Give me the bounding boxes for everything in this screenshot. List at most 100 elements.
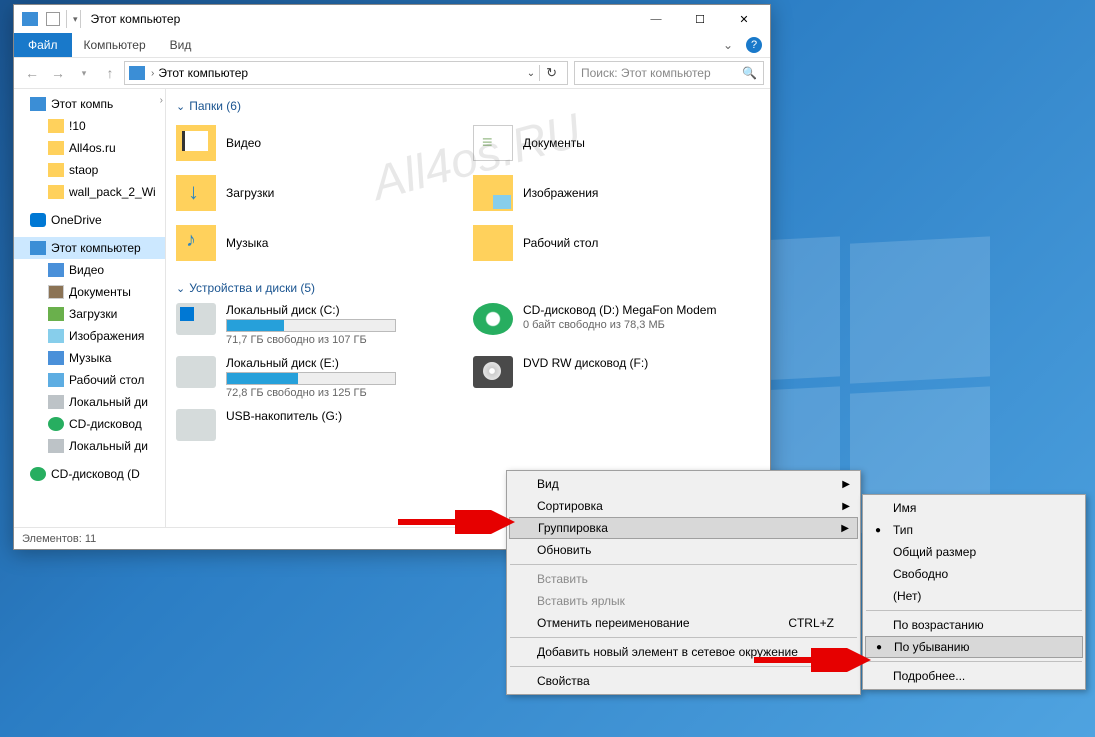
sidebar-item[interactable]: All4os.ru (14, 137, 165, 159)
titlebar: ▾ Этот компьютер — ☐ ✕ (14, 5, 770, 33)
sidebar-item[interactable]: !10 (14, 115, 165, 137)
qat-dropdown[interactable]: ▾ (73, 14, 78, 25)
folder-downloads[interactable]: Загрузки (176, 171, 463, 215)
computer-tab[interactable]: Компьютер (72, 38, 158, 52)
desktop-folder-icon (473, 225, 513, 261)
help-button[interactable]: ? (746, 37, 762, 53)
ctx-paste: Вставить (509, 568, 858, 590)
up-button[interactable]: ↑ (98, 61, 122, 85)
sidebar-item-music[interactable]: Музыка (14, 347, 165, 369)
file-tab[interactable]: Файл (14, 33, 72, 57)
sidebar-item-onedrive[interactable]: OneDrive (14, 209, 165, 231)
sidebar-item-cd[interactable]: CD-дисковод (D (14, 463, 165, 485)
ctx-view[interactable]: Вид▶ (509, 473, 858, 495)
item-count: Элементов: 11 (22, 533, 96, 545)
ribbon-collapse-icon[interactable]: ⌄ (718, 38, 738, 52)
group-header-folders[interactable]: Папки (6) (176, 99, 760, 113)
navigation-pane: › Этот компь !10 All4os.ru staop wall_pa… (14, 89, 166, 527)
minimize-button[interactable]: — (634, 5, 678, 33)
breadcrumb-arrow[interactable]: › (151, 68, 154, 79)
context-menu-group: Имя ●Тип Общий размер Свободно (Нет) По … (862, 494, 1086, 690)
refresh-button[interactable]: ↻ (539, 65, 563, 81)
group-header-drives[interactable]: Устройства и диски (5) (176, 281, 760, 295)
sidebar-item-video[interactable]: Видео (14, 259, 165, 281)
folder-icon (48, 163, 64, 177)
sidebar-item-images[interactable]: Изображения (14, 325, 165, 347)
drive-e[interactable]: Локальный диск (E:) 72,8 ГБ свободно из … (176, 356, 463, 399)
qat-item[interactable] (46, 12, 60, 26)
usb-drive-icon (176, 409, 216, 441)
sidebar-item-disk[interactable]: Локальный ди (14, 435, 165, 457)
maximize-button[interactable]: ☐ (678, 5, 722, 33)
ctx-paste-shortcut: Вставить ярлык (509, 590, 858, 612)
window-title: Этот компьютер (91, 12, 181, 26)
video-folder-icon (176, 125, 216, 161)
cd-icon (30, 467, 46, 481)
app-icon (22, 12, 38, 26)
ctx-group-asc[interactable]: По возрастанию (865, 614, 1083, 636)
disk-icon (48, 439, 64, 453)
drive-usage-bar (226, 319, 396, 332)
search-placeholder: Поиск: Этот компьютер (581, 66, 711, 80)
folder-icon (48, 119, 64, 133)
video-icon (48, 263, 64, 277)
ribbon-tabs: Файл Компьютер Вид ⌄ ? (14, 33, 770, 57)
close-button[interactable]: ✕ (722, 5, 766, 33)
drive-icon (176, 303, 216, 335)
history-dropdown[interactable]: ▾ (72, 61, 96, 85)
ctx-group-type[interactable]: ●Тип (865, 519, 1083, 541)
sidebar-item-this-pc[interactable]: Этот компьютер (14, 237, 165, 259)
ctx-undo[interactable]: Отменить переименованиеCTRL+Z (509, 612, 858, 634)
ctx-group-more[interactable]: Подробнее... (865, 665, 1083, 687)
search-icon: 🔍 (742, 66, 757, 80)
folder-video[interactable]: Видео (176, 121, 463, 165)
folder-desktop[interactable]: Рабочий стол (473, 221, 760, 265)
ctx-sort[interactable]: Сортировка▶ (509, 495, 858, 517)
ctx-group-desc[interactable]: ●По убыванию (865, 636, 1083, 658)
drive-icon (176, 356, 216, 388)
navigation-bar: ← → ▾ ↑ › Этот компьютер ⌄ ↻ Поиск: Этот… (14, 57, 770, 89)
address-bar[interactable]: › Этот компьютер ⌄ ↻ (124, 61, 568, 85)
pc-icon (30, 97, 46, 111)
drive-d[interactable]: CD-дисковод (D:) MegaFon Modem 0 байт св… (473, 303, 760, 346)
ctx-refresh[interactable]: Обновить (509, 539, 858, 561)
downloads-folder-icon (176, 175, 216, 211)
dvd-drive-icon (473, 356, 513, 388)
sidebar-item-disk[interactable]: Локальный ди (14, 391, 165, 413)
sidebar-item[interactable]: staop (14, 159, 165, 181)
folder-documents[interactable]: Документы (473, 121, 760, 165)
sidebar-item-documents[interactable]: Документы (14, 281, 165, 303)
forward-button[interactable]: → (46, 61, 70, 85)
sidebar-chevron[interactable]: › (160, 95, 163, 106)
ctx-properties[interactable]: Свойства (509, 670, 858, 692)
folder-music[interactable]: Музыка (176, 221, 463, 265)
ctx-group[interactable]: Группировка▶ (509, 517, 858, 539)
ctx-group-name[interactable]: Имя (865, 497, 1083, 519)
music-folder-icon (176, 225, 216, 261)
sidebar-item-pc-root[interactable]: Этот компь (14, 93, 165, 115)
folder-images[interactable]: Изображения (473, 171, 760, 215)
back-button[interactable]: ← (20, 61, 44, 85)
sidebar-item-downloads[interactable]: Загрузки (14, 303, 165, 325)
drive-g[interactable]: USB-накопитель (G:) (176, 409, 463, 441)
ctx-group-size[interactable]: Общий размер (865, 541, 1083, 563)
ctx-group-none[interactable]: (Нет) (865, 585, 1083, 607)
desktop-icon (48, 373, 64, 387)
drive-f[interactable]: DVD RW дисковод (F:) (473, 356, 760, 399)
content-pane[interactable]: Папки (6) Видео Документы Загрузки Изобр… (166, 89, 770, 527)
disk-icon (48, 395, 64, 409)
sidebar-item[interactable]: wall_pack_2_Wi (14, 181, 165, 203)
pc-icon (129, 66, 145, 80)
view-tab[interactable]: Вид (158, 38, 204, 52)
music-icon (48, 351, 64, 365)
search-input[interactable]: Поиск: Этот компьютер 🔍 (574, 61, 764, 85)
sidebar-item-desktop[interactable]: Рабочий стол (14, 369, 165, 391)
breadcrumb[interactable]: Этот компьютер (158, 66, 248, 80)
ctx-group-free[interactable]: Свободно (865, 563, 1083, 585)
downloads-icon (48, 307, 64, 321)
sidebar-item-cd[interactable]: CD-дисковод (14, 413, 165, 435)
drive-c[interactable]: Локальный диск (C:) 71,7 ГБ свободно из … (176, 303, 463, 346)
annotation-arrow (398, 510, 518, 534)
images-icon (48, 329, 64, 343)
address-dropdown-icon[interactable]: ⌄ (523, 68, 539, 79)
